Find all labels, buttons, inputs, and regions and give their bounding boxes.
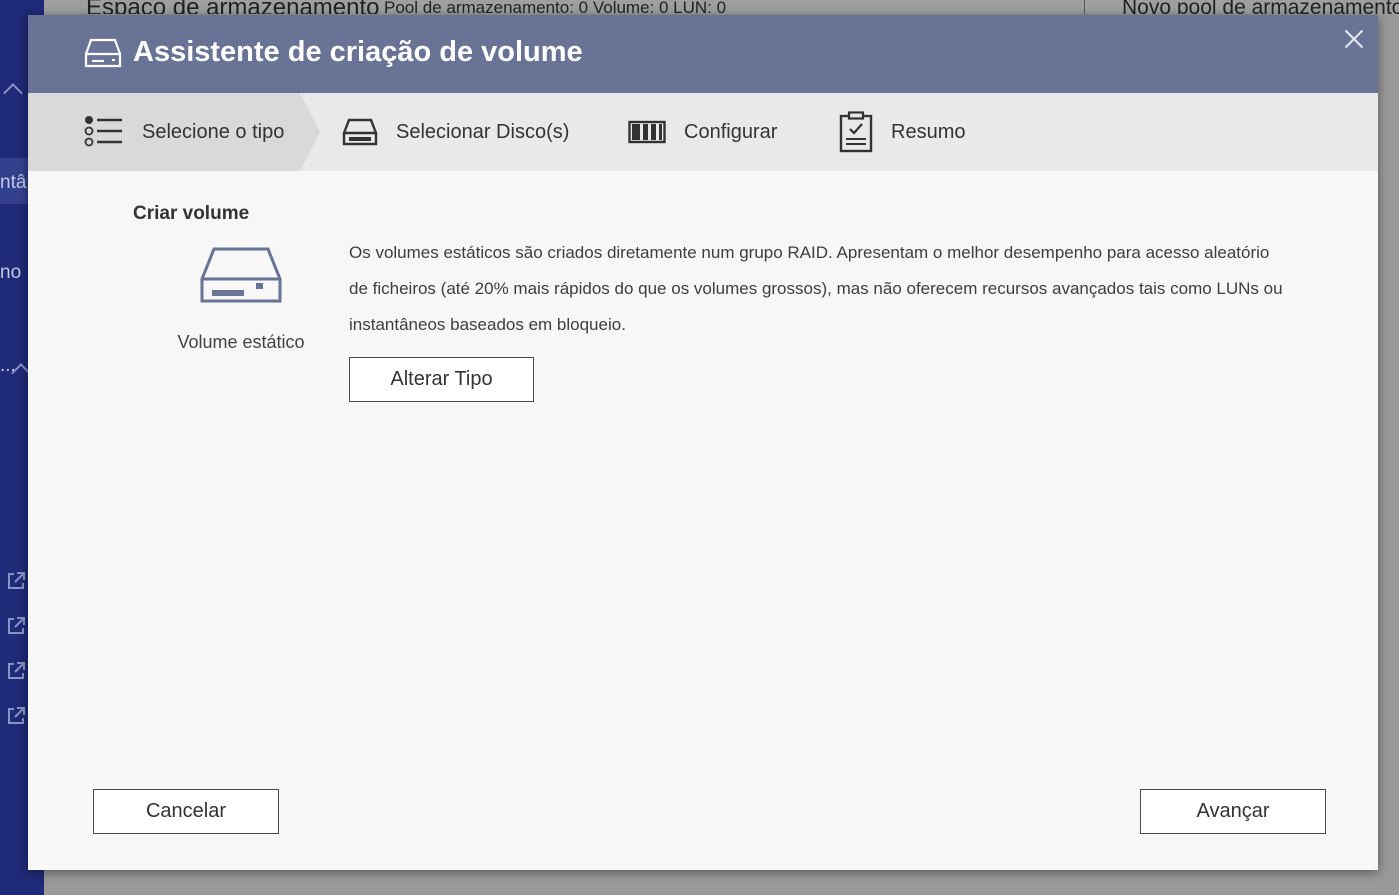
dialog-titlebar: Assistente de criação de volume <box>28 15 1378 93</box>
step-label: Configurar <box>684 120 778 143</box>
step-label: Resumo <box>891 120 966 143</box>
step-select-disks[interactable]: Selecionar Disco(s) <box>342 93 569 171</box>
background-header-title: Espaço de armazenamento <box>86 0 380 14</box>
background-header: Espaço de armazenamento Pool de armazena… <box>44 0 1399 14</box>
step-select-type[interactable]: Selecione o tipo <box>84 93 284 171</box>
list-icon <box>84 116 122 147</box>
static-volume-icon <box>200 247 282 303</box>
volume-description: Os volumes estáticos são criados diretam… <box>349 243 1283 334</box>
external-link-icon <box>8 572 25 589</box>
external-link-icon <box>8 617 25 634</box>
clipboard-icon <box>839 111 873 153</box>
close-button[interactable] <box>1340 25 1368 53</box>
dialog-content: Criar volume Volume estático Os volumes … <box>28 171 1378 870</box>
background-divider <box>1084 0 1085 14</box>
step-summary[interactable]: Resumo <box>839 93 965 171</box>
volume-creation-wizard-dialog: Assistente de criação de volume Selecion… <box>28 15 1378 870</box>
volume-type-label: Volume estático <box>177 332 305 352</box>
background-header-stats: Pool de armazenamento: 0 Volume: 0 LUN: … <box>384 0 727 14</box>
background-sidebar-fragment: ntâ <box>0 172 27 193</box>
step-label: Selecione o tipo <box>142 120 285 143</box>
chevron-up-icon <box>3 83 23 103</box>
external-link-icon <box>8 707 25 724</box>
change-type-button[interactable]: Alterar Tipo <box>349 357 534 402</box>
configure-icon <box>628 120 666 144</box>
disk-icon <box>342 118 378 146</box>
cancel-button[interactable]: Cancelar <box>93 789 279 834</box>
step-label: Selecionar Disco(s) <box>396 120 570 143</box>
next-button[interactable]: Avançar <box>1140 789 1326 834</box>
wizard-steps: Selecione o tipo Selecionar Disco(s) Con… <box>28 93 1378 171</box>
step-configure[interactable]: Configurar <box>628 93 777 171</box>
background-new-pool: Novo pool de armazenamento <box>1122 0 1399 14</box>
dialog-title: Assistente de criação de volume <box>133 36 583 68</box>
hard-drive-icon <box>84 38 122 68</box>
section-title: Criar volume <box>133 203 250 224</box>
external-link-icon <box>8 662 25 679</box>
background-sidebar-fragment: no <box>0 262 22 283</box>
